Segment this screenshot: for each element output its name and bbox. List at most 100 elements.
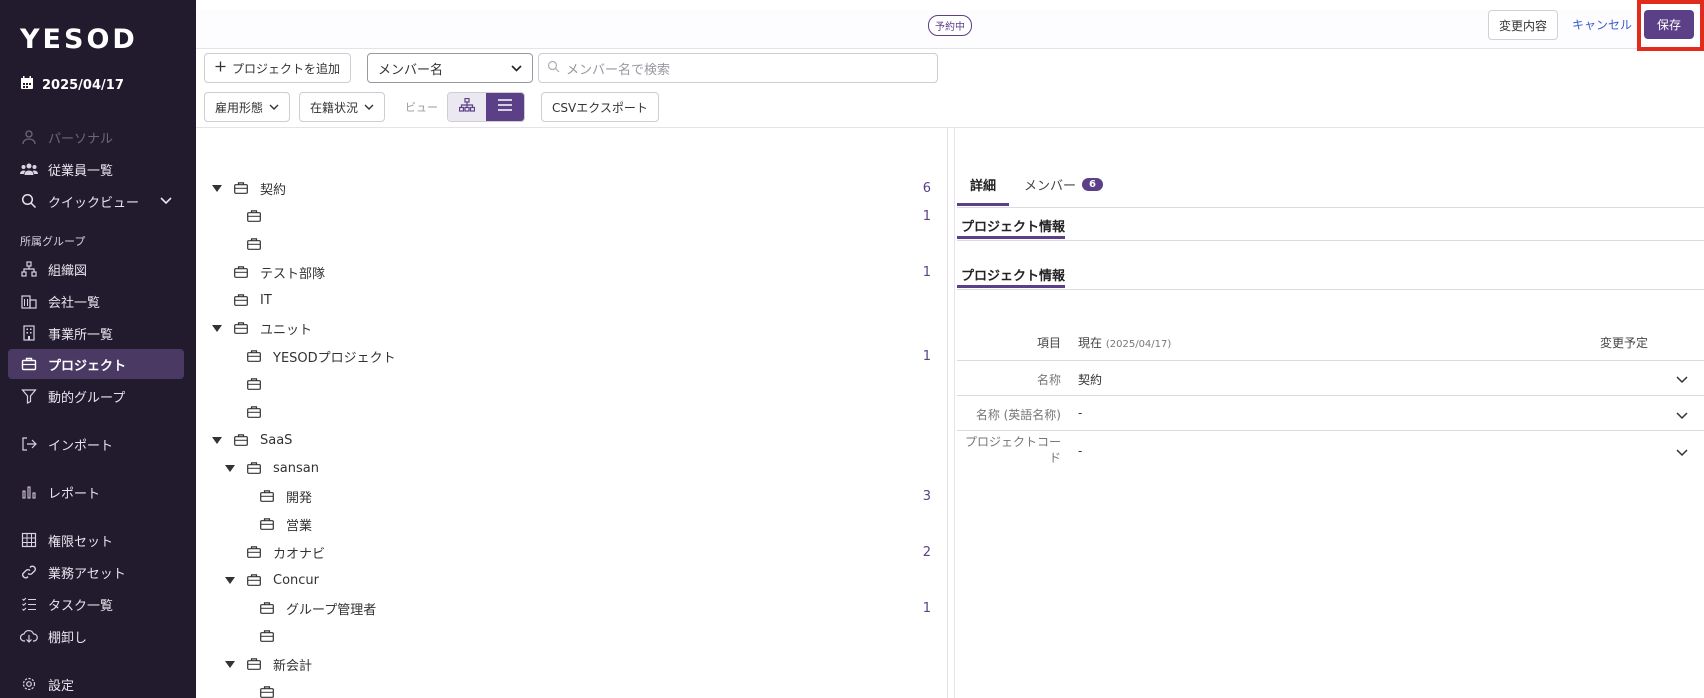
caret-down-icon[interactable] (223, 464, 237, 472)
save-button[interactable]: 保存 (1644, 10, 1694, 39)
csv-export-button[interactable]: CSVエクスポート (541, 92, 659, 122)
sidebar-item-label: パーソナル (48, 131, 114, 147)
building-icon (20, 324, 38, 342)
tree-row[interactable]: 契約 6 (210, 175, 935, 201)
tree-row-label: 新会計 (273, 658, 313, 674)
briefcase-icon (247, 574, 261, 586)
tree-row-label: グループ管理者 (286, 602, 377, 618)
tree-row[interactable]: IT (210, 287, 935, 313)
sidebar-item-import[interactable]: インポート (8, 429, 184, 459)
sidebar-item-employees[interactable]: 従業員一覧 (8, 154, 184, 184)
calendar-icon (20, 76, 34, 94)
row-label-project-code: プロジェクトコード (964, 435, 1061, 465)
column-header-current: 現在 (2025/04/17) (1078, 334, 1171, 351)
briefcase-icon (247, 378, 261, 390)
row-label-name: 名称 (1036, 373, 1061, 387)
tab-detail[interactable]: 詳細 (970, 175, 996, 194)
tree-row[interactable]: sansan (210, 455, 935, 481)
tree-row[interactable]: 開発 3 (210, 483, 935, 509)
caret-down-icon[interactable] (223, 576, 237, 584)
tree-row[interactable]: Concur (210, 567, 935, 593)
briefcase-icon (247, 350, 261, 362)
sidebar-item-label: 事業所一覧 (48, 327, 114, 343)
chevron-down-icon[interactable] (1676, 446, 1688, 461)
tree-row[interactable] (210, 399, 935, 425)
member-field-select[interactable]: メンバー名 (367, 53, 533, 83)
current-date[interactable]: 2025/04/17 (20, 76, 124, 94)
tree-row[interactable] (210, 231, 935, 257)
tree-row[interactable]: YESODプロジェクト 1 (210, 343, 935, 369)
sidebar-item-projects[interactable]: プロジェクト (8, 349, 184, 379)
user-icon (20, 128, 38, 146)
tree-row[interactable] (210, 623, 935, 649)
list-view-button[interactable] (486, 93, 524, 121)
add-project-button[interactable]: プロジェクトを追加 (204, 53, 352, 83)
tree-row[interactable]: テスト部隊 1 (210, 259, 935, 285)
tree-row[interactable] (210, 371, 935, 397)
tree-row[interactable]: ユニット (210, 315, 935, 341)
filter-icon (20, 387, 38, 405)
caret-down-icon[interactable] (210, 436, 224, 444)
app-logo: YESOD (20, 24, 138, 55)
sidebar-item-label: 業務アセット (48, 566, 126, 582)
cancel-button[interactable]: キャンセル (1572, 16, 1632, 33)
caret-down-icon[interactable] (210, 324, 224, 332)
tree-row[interactable] (210, 679, 935, 698)
sidebar-item-reports[interactable]: レポート (8, 477, 184, 507)
list-icon (498, 99, 512, 115)
add-project-label: プロジェクトを追加 (232, 61, 341, 76)
current-label: 現在 (1078, 336, 1103, 350)
changes-button[interactable]: 変更内容 (1488, 10, 1559, 40)
sidebar-item-offices[interactable]: 事業所一覧 (8, 318, 184, 348)
briefcase-icon (247, 462, 261, 474)
sidebar-item-companies[interactable]: 会社一覧 (8, 286, 184, 316)
tree-row-count: 1 (922, 208, 931, 224)
sidebar-item-label: 権限セット (48, 534, 114, 550)
sidebar-item-dynamic-groups[interactable]: 動的グループ (8, 381, 184, 411)
tree-row-label: SaaS (260, 432, 293, 448)
briefcase-icon (247, 658, 261, 670)
tree-row-count: 1 (922, 600, 931, 616)
column-header-item: 項目 (1036, 336, 1061, 350)
tab-members[interactable]: メンバー 6 (1024, 175, 1103, 194)
sidebar-item-personal[interactable]: パーソナル (8, 122, 184, 152)
chevron-down-icon[interactable] (1676, 409, 1688, 424)
import-icon (20, 435, 38, 453)
briefcase-icon (247, 238, 261, 250)
member-search-input[interactable]: メンバー名で検索 (538, 53, 938, 83)
tree-row[interactable]: SaaS (210, 427, 935, 453)
sidebar-item-permission-sets[interactable]: 権限セット (8, 525, 184, 555)
briefcase-icon (247, 406, 261, 418)
tree-row[interactable]: 新会計 (210, 651, 935, 677)
sidebar-item-quickview[interactable]: クイックビュー (8, 186, 184, 216)
org-view-button[interactable] (448, 93, 486, 121)
tree-row[interactable]: 営業 (210, 511, 935, 537)
briefcase-icon (247, 210, 261, 222)
sidebar-item-inventory[interactable]: 棚卸し (8, 621, 184, 651)
status-badge: 予約中 (928, 15, 972, 36)
caret-down-icon[interactable] (223, 660, 237, 668)
briefcase-icon (260, 518, 274, 530)
tree-row[interactable]: グループ管理者 1 (210, 595, 935, 621)
sidebar-item-settings[interactable]: 設定 (8, 669, 184, 698)
employment-type-filter[interactable]: 雇用形態 (204, 92, 291, 122)
sidebar-item-task-list[interactable]: タスク一覧 (8, 589, 184, 619)
sidebar-item-label: 会社一覧 (48, 295, 101, 311)
briefcase-icon (260, 490, 274, 502)
tree-row-count: 1 (922, 348, 931, 364)
briefcase-icon (234, 182, 248, 194)
sidebar-item-org-chart[interactable]: 組織図 (8, 254, 184, 284)
sidebar-item-label: 棚卸し (48, 630, 88, 646)
tree-row-count: 3 (922, 488, 931, 504)
caret-down-icon[interactable] (210, 184, 224, 192)
section-title-project-info-2: プロジェクト情報 (961, 269, 1066, 284)
tree-row[interactable]: 1 (210, 203, 935, 229)
chevron-down-icon[interactable] (1676, 373, 1688, 388)
search-icon (20, 192, 38, 210)
employment-status-filter[interactable]: 在籍状況 (299, 92, 386, 122)
pane-splitter[interactable] (947, 128, 955, 698)
sidebar-item-business-assets[interactable]: 業務アセット (8, 557, 184, 587)
search-placeholder: メンバー名で検索 (566, 62, 671, 78)
sidebar-item-label: 従業員一覧 (48, 163, 114, 179)
tree-row[interactable]: カオナビ 2 (210, 539, 935, 565)
